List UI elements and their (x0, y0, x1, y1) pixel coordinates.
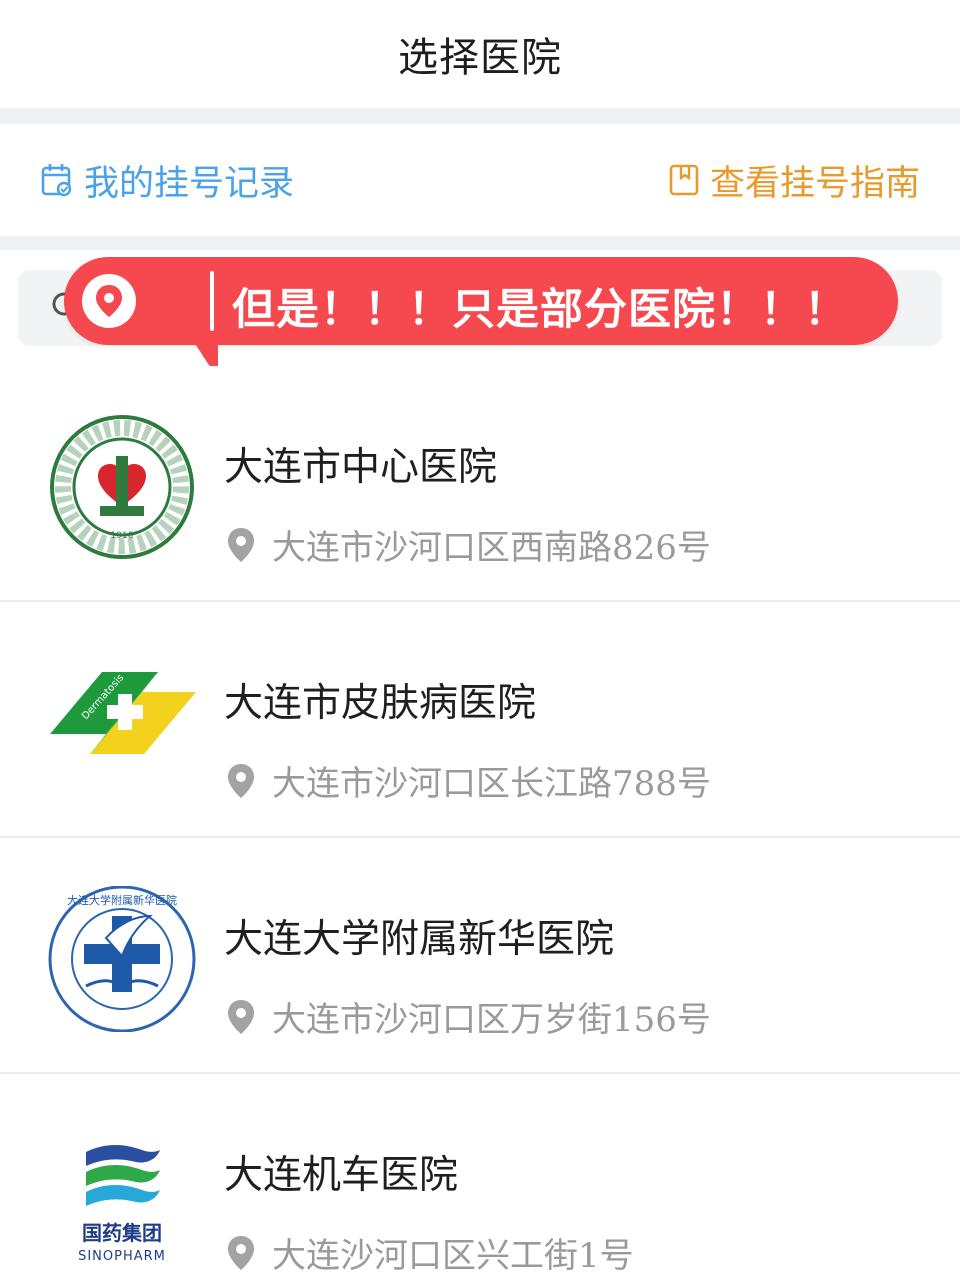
hospital-name: 大连大学附属新华医院 (224, 917, 615, 962)
hospital-list-item[interactable]: Dermatosis 大连市皮肤病医院 大连市沙河口区长江路788号 (0, 602, 960, 838)
view-registration-guide-button[interactable]: 查看挂号指南 (668, 155, 920, 206)
calendar-check-icon (41, 164, 72, 197)
hospital-address: 大连市沙河口区长江路788号 (272, 764, 711, 804)
hospital-address-row: 大连市沙河口区长江路788号 (226, 756, 711, 805)
banner-text: 但是！！！只是部分医院！！！ (232, 285, 848, 335)
hospital-address-row: 大连市沙河口区西南路826号 (226, 520, 711, 569)
banner-separator (210, 271, 214, 331)
location-icon (228, 999, 254, 1034)
location-icon (228, 1235, 254, 1270)
sinopharm-logo: 国药集团 SINOPHARM (78, 1145, 166, 1264)
dermatosis-hospital-logo: Dermatosis (50, 672, 196, 754)
xinhua-hospital-logo: 大连大学附属新华医院 (48, 886, 196, 1032)
logo-year-text: 1910 (111, 531, 134, 541)
hospital-list: 1910 大连市中心医院 大连市沙河口区西南路826号 Dermatosis 大… (0, 366, 960, 1277)
dalian-central-hospital-logo: 1910 (50, 415, 194, 559)
hospital-name: 大连市皮肤病医院 (224, 681, 537, 726)
hospital-name: 大连市中心医院 (224, 445, 498, 490)
hospital-address: 大连沙河口区兴工街1号 (272, 1236, 634, 1276)
view-registration-guide-label: 查看挂号指南 (709, 163, 920, 204)
hospital-address-row: 大连沙河口区兴工街1号 (226, 1228, 634, 1277)
location-icon (228, 527, 254, 562)
top-bar: 选择医院 (0, 0, 960, 108)
action-bar: 我的挂号记录 查看挂号指南 (0, 124, 960, 236)
hospital-address: 大连市沙河口区万岁街156号 (272, 1000, 711, 1040)
location-pin-icon (82, 274, 136, 328)
logo-cn-text: 国药集团 (82, 1221, 162, 1245)
hospital-address-row: 大连市沙河口区万岁街156号 (226, 992, 711, 1041)
hospital-list-item[interactable]: 国药集团 SINOPHARM 大连机车医院 大连沙河口区兴工街1号 (0, 1074, 960, 1277)
logo-en-text: SINOPHARM (78, 1249, 166, 1264)
hospital-list-item[interactable]: 大连大学附属新华医院 大连大学附属新华医院 大连市沙河口区万岁街156号 (0, 838, 960, 1074)
logo-ring-text: 大连大学附属新华医院 (67, 893, 177, 907)
hospital-address: 大连市沙河口区西南路826号 (272, 528, 711, 568)
annotation-banner: 但是！！！只是部分医院！！！ (64, 257, 898, 379)
my-registration-records-button[interactable]: 我的挂号记录 (40, 155, 294, 206)
hospital-list-item[interactable]: 1910 大连市中心医院 大连市沙河口区西南路826号 (0, 366, 960, 602)
page-title: 选择医院 (398, 35, 562, 81)
location-icon (228, 763, 254, 798)
my-registration-records-label: 我的挂号记录 (84, 163, 295, 204)
guide-book-icon (669, 164, 699, 196)
section-gap (0, 236, 960, 250)
hospital-name: 大连机车医院 (224, 1153, 459, 1198)
section-gap (0, 108, 960, 124)
